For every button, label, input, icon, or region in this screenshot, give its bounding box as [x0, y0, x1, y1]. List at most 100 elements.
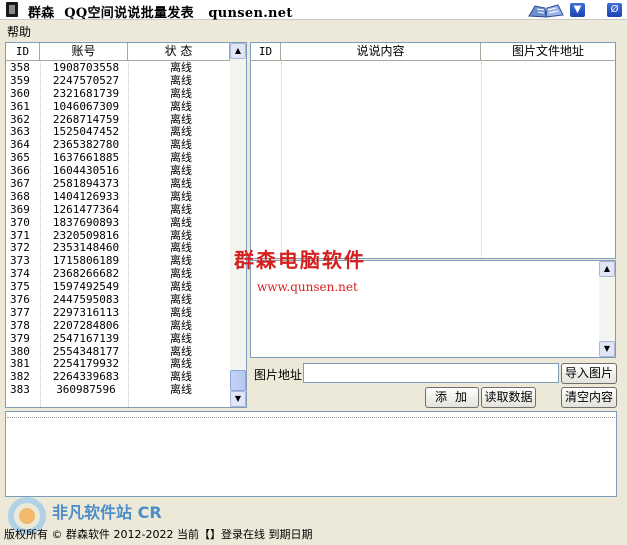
table-row[interactable]: 382 2264339683 离线: [6, 370, 231, 384]
posts-grid[interactable]: ID 说说内容 图片文件地址: [250, 42, 616, 259]
cell-account: 360987596: [56, 383, 116, 397]
minimize-button[interactable]: ▼: [569, 2, 586, 18]
column-header-account[interactable]: 账号: [40, 43, 128, 61]
table-row[interactable]: 377 2297316113 离线: [6, 305, 231, 320]
posts-grid-header: ID 说说内容 图片文件地址: [251, 43, 615, 61]
cell-id: 367: [10, 177, 30, 191]
cell-id: 377: [10, 305, 30, 319]
log-panel[interactable]: [5, 411, 617, 497]
watermark-company: 群森电脑软件: [234, 248, 366, 272]
account-grid-header: ID 账号 状 态: [6, 43, 230, 61]
cell-account: 2207284806: [52, 318, 120, 332]
table-row[interactable]: 358 1908703558 离线: [6, 61, 231, 75]
cell-status: 离线: [170, 305, 192, 319]
cell-status: 离线: [170, 177, 192, 191]
cell-account: 2247570527: [52, 73, 120, 87]
close-icon: Ø: [610, 4, 619, 15]
cell-account: 2581894373: [52, 177, 120, 191]
cell-status: 离线: [170, 331, 192, 345]
import-image-button[interactable]: 导入图片: [561, 363, 617, 384]
cell-id: 368: [10, 189, 30, 203]
clear-content-button[interactable]: 清空内容: [561, 387, 617, 408]
column-divider: [481, 62, 482, 258]
cell-status: 离线: [170, 215, 192, 229]
log-focus-line: [7, 417, 615, 418]
scroll-thumb[interactable]: [230, 370, 246, 391]
table-row[interactable]: 383 360987596 离线: [6, 383, 231, 397]
cell-account: 1404126933: [52, 189, 120, 203]
arrow-up-icon: ▲: [234, 46, 242, 55]
table-row[interactable]: 378 2207284806 离线: [6, 318, 231, 333]
cell-account: 2547167139: [52, 331, 120, 345]
image-path-input[interactable]: [303, 363, 559, 383]
status-bar: 版权所有 © 群森软件 2012-2022 当前【】登录在线 到期日期: [4, 528, 313, 541]
cell-status: 离线: [170, 318, 192, 332]
fanfan-logo-text: 非凡软件站 CRSKY: [52, 503, 162, 522]
table-row[interactable]: 370 1837690893 离线: [6, 215, 231, 230]
cell-id: 359: [10, 73, 30, 87]
scroll-down-button[interactable]: ▼: [230, 391, 246, 407]
cell-status: 离线: [170, 202, 192, 216]
chevron-down-icon: ▼: [573, 4, 582, 15]
table-row[interactable]: 369 1261477364 离线: [6, 202, 231, 217]
table-row[interactable]: 360 2321681739 离线: [6, 86, 231, 101]
scroll-down-button[interactable]: ▼: [599, 341, 615, 357]
cell-id: 370: [10, 215, 30, 229]
account-rows: 358 1908703558 离线 359 2247570527 离线 360 2321681…: [6, 61, 231, 397]
title-bar: 群森 QQ空间说说批量发表 qunsen.net ▼ Ø: [0, 0, 627, 21]
cell-status: 离线: [170, 383, 192, 397]
cell-id: 376: [10, 293, 30, 307]
cell-status: 离线: [170, 86, 192, 100]
cell-id: 383: [10, 383, 30, 397]
cell-account: 1261477364: [52, 202, 120, 216]
arrow-down-icon: ▼: [603, 344, 611, 353]
read-data-button[interactable]: 读取数据: [481, 387, 536, 408]
cell-status: 离线: [170, 189, 192, 203]
book-icon: [528, 4, 564, 18]
cell-account: 1837690893: [52, 215, 120, 229]
cell-id: 360: [10, 86, 30, 100]
cell-status: 离线: [170, 293, 192, 307]
window-title: 群森 QQ空间说说批量发表 qunsen.net: [28, 6, 293, 21]
cell-account: 1046067309: [52, 99, 120, 113]
column-divider: [281, 62, 282, 258]
cell-id: 379: [10, 331, 30, 345]
column-header-post-id[interactable]: ID: [251, 43, 281, 61]
account-grid[interactable]: ID 账号 状 态 358 1908703558 离线 359 2247570527 离线…: [5, 42, 247, 408]
arrow-up-icon: ▲: [603, 264, 611, 273]
content-scrollbar[interactable]: ▲ ▼: [599, 261, 615, 357]
table-row[interactable]: 367 2581894373 离线: [6, 177, 231, 191]
column-header-content[interactable]: 说说内容: [281, 43, 481, 61]
scroll-up-button[interactable]: ▲: [599, 261, 615, 277]
cell-account: 2297316113: [52, 305, 120, 319]
scroll-up-button[interactable]: ▲: [230, 43, 246, 59]
table-row[interactable]: 379 2547167139 离线: [6, 331, 231, 346]
cell-account: 2321681739: [52, 86, 120, 100]
column-header-image-path[interactable]: 图片文件地址: [481, 43, 615, 61]
cell-account: 2447595083: [52, 293, 120, 307]
cell-status: 离线: [170, 73, 192, 87]
cell-status: 离线: [170, 99, 192, 113]
table-row[interactable]: 376 2447595083 离线: [6, 293, 231, 307]
image-path-label: 图片地址: [254, 368, 303, 382]
table-row[interactable]: 361 1046067309 离线: [6, 99, 231, 114]
menu-help[interactable]: 帮助: [7, 23, 31, 40]
cell-id: 369: [10, 202, 30, 216]
arrow-down-icon: ▼: [234, 394, 242, 403]
cell-account: 1908703558: [52, 61, 120, 74]
account-scrollbar[interactable]: ▲ ▼: [230, 43, 246, 407]
close-button[interactable]: Ø: [606, 2, 623, 18]
column-header-status[interactable]: 状 态: [128, 43, 230, 61]
table-row[interactable]: 368 1404126933 离线: [6, 189, 231, 204]
cell-id: 358: [10, 61, 30, 74]
cell-status: 离线: [170, 61, 192, 74]
add-button[interactable]: 添加: [425, 387, 479, 408]
document-icon: [6, 2, 18, 17]
watermark-url: www.qunsen.net: [257, 280, 358, 294]
cell-id: 378: [10, 318, 30, 332]
column-header-id[interactable]: ID: [6, 43, 40, 61]
cell-id: 361: [10, 99, 30, 113]
table-row[interactable]: 359 2247570527 离线: [6, 73, 231, 88]
content-textarea[interactable]: ▲ ▼: [250, 260, 616, 358]
menu-bar: 帮助: [0, 20, 627, 40]
